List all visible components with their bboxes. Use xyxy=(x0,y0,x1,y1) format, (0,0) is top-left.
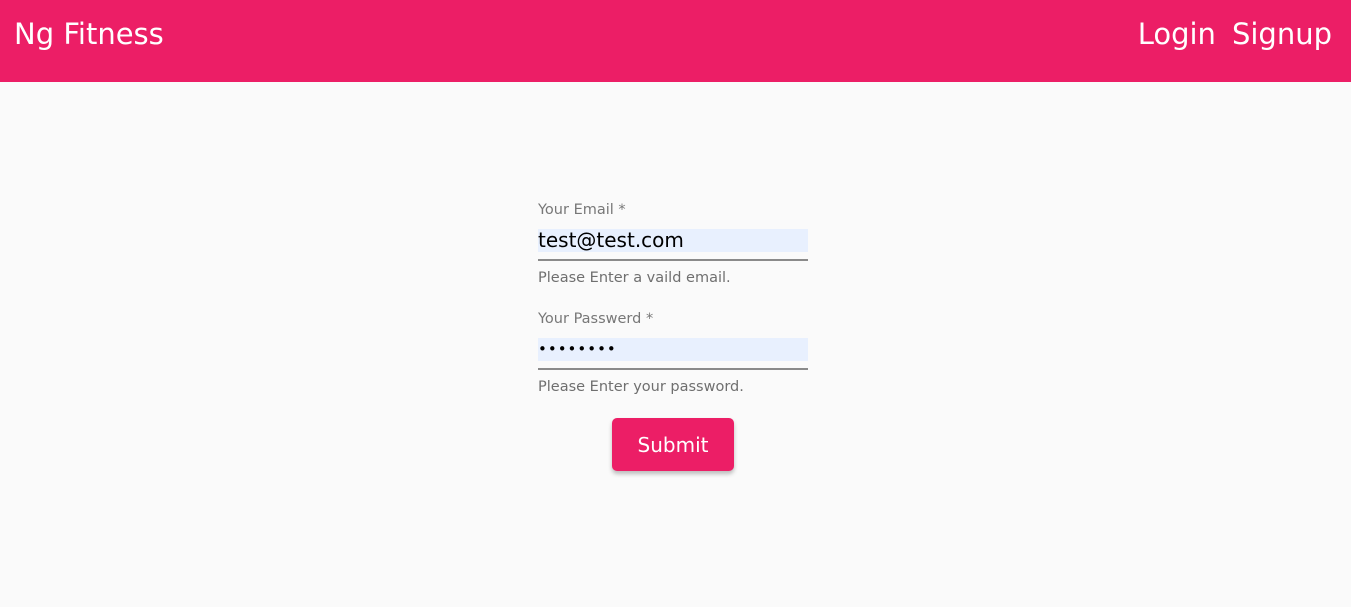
signup-link[interactable]: Signup xyxy=(1232,16,1332,52)
email-label: Your Email * xyxy=(538,202,626,218)
email-underline xyxy=(538,259,808,261)
login-link[interactable]: Login xyxy=(1138,16,1216,52)
app-toolbar: Ng Fitness Login Signup xyxy=(0,0,1351,82)
submit-wrap: Submit xyxy=(612,418,734,471)
password-label: Your Passwerd * xyxy=(538,311,654,327)
login-form: Your Email * Please Enter a vaild email.… xyxy=(538,200,808,397)
brand-title[interactable]: Ng Fitness xyxy=(14,16,164,52)
password-underline xyxy=(538,368,808,370)
email-field-group: Your Email * Please Enter a vaild email. xyxy=(538,200,808,288)
password-hint: Please Enter your password. xyxy=(538,379,744,395)
submit-button[interactable]: Submit xyxy=(612,418,734,471)
password-field[interactable] xyxy=(538,338,808,361)
email-field[interactable] xyxy=(538,229,808,252)
top-nav: Login Signup xyxy=(1138,16,1332,52)
password-field-group: Your Passwerd * Please Enter your passwo… xyxy=(538,309,808,397)
email-hint: Please Enter a vaild email. xyxy=(538,270,731,286)
